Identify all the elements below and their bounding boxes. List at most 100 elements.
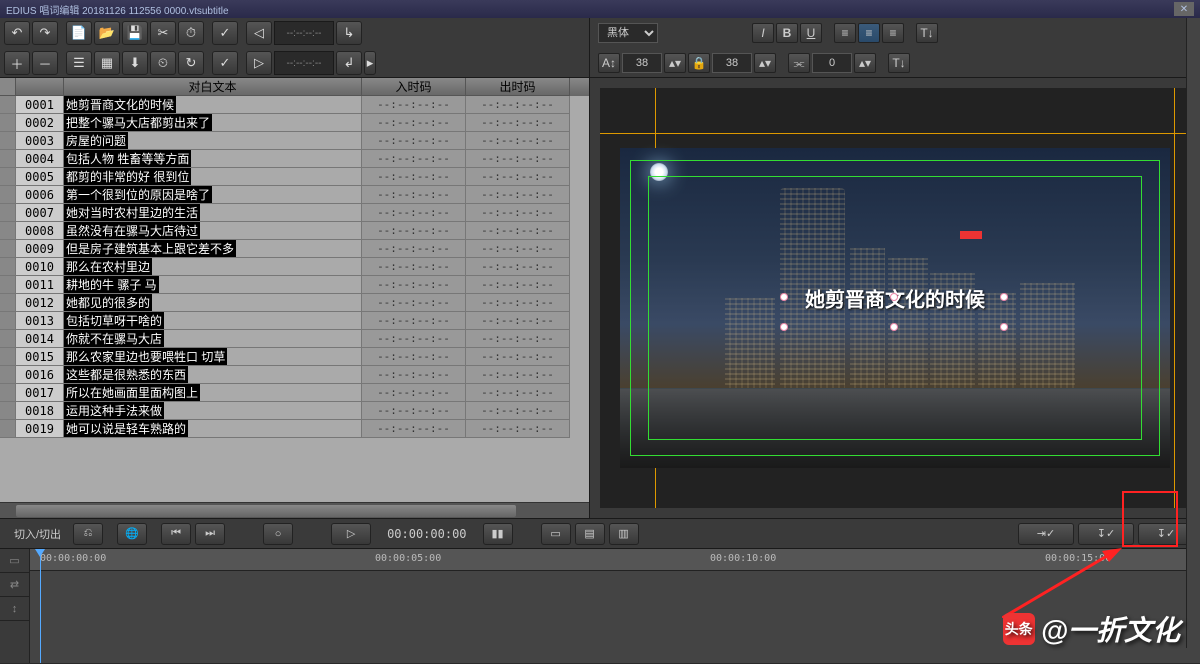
playhead[interactable]	[40, 549, 41, 663]
play-button[interactable]: ▷	[331, 523, 371, 545]
handle-s[interactable]	[890, 323, 898, 331]
handle-ne[interactable]	[1000, 293, 1008, 301]
timer-button[interactable]: ⏲	[150, 51, 176, 75]
table-row[interactable]: 0016这些都是很熟悉的东西--:--:--:----:--:--:--	[0, 366, 589, 384]
cut-mode-label: 切入/切出	[6, 526, 69, 542]
view-2-button[interactable]: ▤	[575, 523, 605, 545]
check-button[interactable]: ✓	[212, 21, 238, 45]
redo-button[interactable]: ↷	[32, 21, 58, 45]
mark-button[interactable]: ▮▮	[483, 523, 513, 545]
record-button[interactable]: ○	[263, 523, 293, 545]
current-timecode: 00:00:00:00	[375, 527, 478, 541]
guide-vertical-right	[1174, 88, 1175, 508]
table-row[interactable]: 0015那么农家里边也要喂牲口 切草--:--:--:----:--:--:--	[0, 348, 589, 366]
next-sub-button[interactable]: ⏭	[195, 523, 225, 545]
goto-start-button[interactable]: ⎌	[73, 523, 103, 545]
timeline-track-button[interactable]: ▭	[0, 549, 29, 573]
font-size-input-2[interactable]	[712, 53, 752, 73]
handle-se[interactable]	[1000, 323, 1008, 331]
table-row[interactable]: 0001她剪晋商文化的时候--:--:--:----:--:--:--	[0, 96, 589, 114]
apply-style-button[interactable]: T↓	[888, 53, 910, 73]
timecode-display-2: --:--:--:--	[274, 51, 334, 75]
stepper-1[interactable]: ▴▾	[664, 53, 686, 73]
timeline-mark-0: 00:00:00:00	[40, 553, 106, 564]
save-button[interactable]: 💾	[122, 21, 148, 45]
timecode-button[interactable]: ⏱	[178, 21, 204, 45]
preview-canvas[interactable]: 她剪晋商文化的时候	[600, 88, 1190, 508]
next-frame-button[interactable]: ▷	[246, 51, 272, 75]
check2-button[interactable]: ✓	[212, 51, 238, 75]
style-button[interactable]: T↓	[916, 23, 938, 43]
subtitle-table[interactable]: 对白文本 入时码 出时码 0001她剪晋商文化的时候--:--:--:----:…	[0, 78, 589, 502]
timeline-zoom-button[interactable]: ↕	[0, 597, 29, 621]
expand-button[interactable]: ▸	[364, 51, 376, 75]
timeline-mark-2: 00:00:10:00	[710, 553, 776, 564]
table-row[interactable]: 0008虽然没有在骡马大店待过--:--:--:----:--:--:--	[0, 222, 589, 240]
undo-button[interactable]: ↶	[4, 21, 30, 45]
new-button[interactable]: 📄	[66, 21, 92, 45]
grid-button[interactable]: ▦	[94, 51, 120, 75]
guide-horizontal-top	[600, 133, 1190, 134]
open-button[interactable]: 📂	[94, 21, 120, 45]
spacing-input[interactable]	[812, 53, 852, 73]
font-size-input-1[interactable]	[622, 53, 662, 73]
remove-button[interactable]: －	[32, 51, 58, 75]
prev-sub-button[interactable]: ⏮	[161, 523, 191, 545]
prev-frame-button[interactable]: ◁	[246, 21, 272, 45]
lock-button[interactable]: 🔒	[688, 53, 710, 73]
column-out-header: 出时码	[466, 78, 570, 96]
horizontal-scrollbar[interactable]	[0, 502, 589, 518]
view-1-button[interactable]: ▭	[541, 523, 571, 545]
link-button[interactable]: ⫘	[788, 53, 810, 73]
table-row[interactable]: 0014你就不在骡马大店--:--:--:----:--:--:--	[0, 330, 589, 348]
table-row[interactable]: 0012她都见的很多的--:--:--:----:--:--:--	[0, 294, 589, 312]
column-text-header: 对白文本	[64, 78, 362, 96]
title-bar: EDIUS 唱词编辑 20181126 112556 0000.vtsubtit…	[0, 0, 1200, 18]
table-row[interactable]: 0013包括切草呀干啥的--:--:--:----:--:--:--	[0, 312, 589, 330]
table-row[interactable]: 0004包括人物 牲畜等等方面--:--:--:----:--:--:--	[0, 150, 589, 168]
timeline-mark-1: 00:00:05:00	[375, 553, 441, 564]
table-row[interactable]: 0002把整个骡马大店都剪出来了--:--:--:----:--:--:--	[0, 114, 589, 132]
timeline-split-button[interactable]: ⇄	[0, 573, 29, 597]
apply-sub-button[interactable]: ↧✓	[1078, 523, 1134, 545]
cut-tool-button[interactable]: ✂	[150, 21, 176, 45]
subtitle-list-panel: 对白文本 入时码 出时码 0001她剪晋商文化的时候--:--:--:----:…	[0, 78, 590, 518]
table-row[interactable]: 0006第一个很到位的原因是啥了--:--:--:----:--:--:--	[0, 186, 589, 204]
table-row[interactable]: 0010那么在农村里边--:--:--:----:--:--:--	[0, 258, 589, 276]
out-mark-button[interactable]: ↳	[336, 21, 362, 45]
stepper-2[interactable]: ▴▾	[754, 53, 776, 73]
insert-sub-button[interactable]: ⇥✓	[1018, 523, 1074, 545]
view-3-button[interactable]: ▥	[609, 523, 639, 545]
table-row[interactable]: 0005都剪的非常的好 很到位--:--:--:----:--:--:--	[0, 168, 589, 186]
refresh-button[interactable]: ↻	[178, 51, 204, 75]
table-row[interactable]: 0019她可以说是轻车熟路的--:--:--:----:--:--:--	[0, 420, 589, 438]
list-button[interactable]: ☰	[66, 51, 92, 75]
table-row[interactable]: 0003房屋的问题--:--:--:----:--:--:--	[0, 132, 589, 150]
align-left-button[interactable]: ≡	[834, 23, 856, 43]
loop-button[interactable]: 🌐	[117, 523, 147, 545]
timecode-display-1: --:--:--:--	[274, 21, 334, 45]
handle-n[interactable]	[890, 293, 898, 301]
watermark-text: @一折文化	[1041, 609, 1180, 649]
handle-nw[interactable]	[780, 293, 788, 301]
table-row[interactable]: 0011耕地的牛 骡子 马--:--:--:----:--:--:--	[0, 276, 589, 294]
font-family-select[interactable]: 黑体	[598, 23, 658, 43]
underline-button[interactable]: U	[800, 23, 822, 43]
table-row[interactable]: 0007她对当时农村里边的生活--:--:--:----:--:--:--	[0, 204, 589, 222]
italic-button[interactable]: I	[752, 23, 774, 43]
handle-sw[interactable]	[780, 323, 788, 331]
in-mark-button[interactable]: ↲	[336, 51, 362, 75]
align-center-button[interactable]: ≡	[858, 23, 880, 43]
table-row[interactable]: 0017所以在她画面里面构图上--:--:--:----:--:--:--	[0, 384, 589, 402]
table-row[interactable]: 0018运用这种手法来做--:--:--:----:--:--:--	[0, 402, 589, 420]
watermark-icon: 头条	[1003, 613, 1035, 645]
stepper-3[interactable]: ▴▾	[854, 53, 876, 73]
add-button[interactable]: ＋	[4, 51, 30, 75]
table-row[interactable]: 0009但是房子建筑基本上跟它差不多--:--:--:----:--:--:--	[0, 240, 589, 258]
close-button[interactable]: ✕	[1174, 2, 1194, 16]
align-right-button[interactable]: ≡	[882, 23, 904, 43]
title-text: EDIUS 唱词编辑 20181126 112556 0000.vtsubtit…	[6, 2, 229, 17]
bold-button[interactable]: B	[776, 23, 798, 43]
select-down-button[interactable]: ⬇	[122, 51, 148, 75]
preview-panel: 她剪晋商文化的时候	[590, 78, 1200, 518]
